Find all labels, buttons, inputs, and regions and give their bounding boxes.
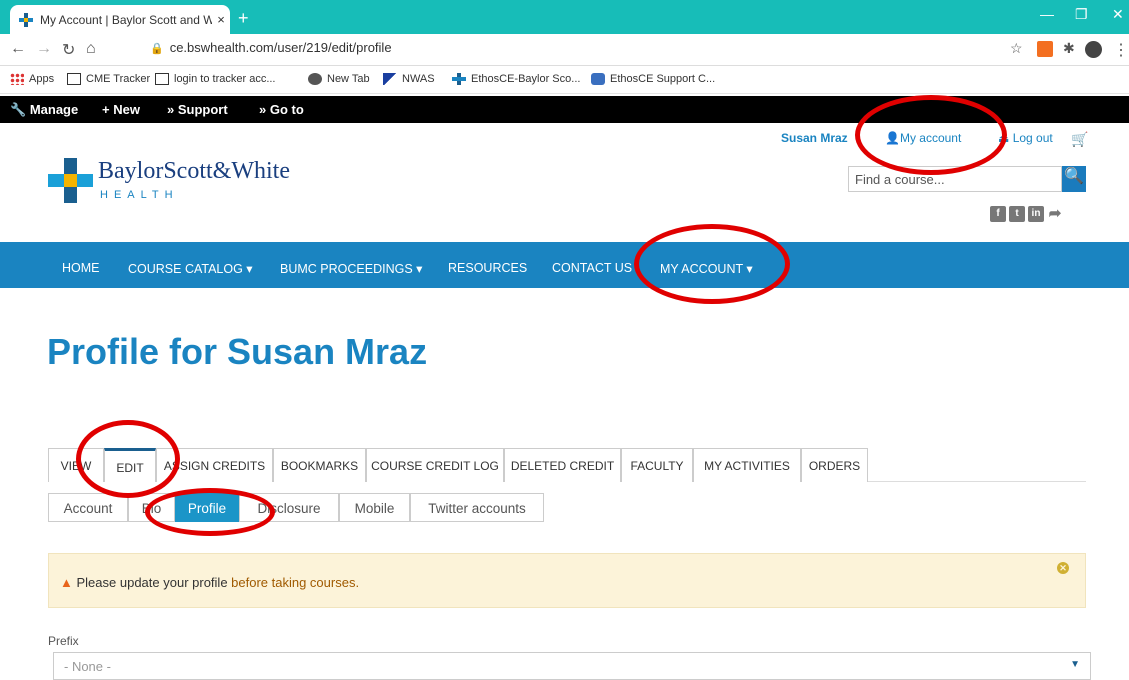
search-button[interactable]: 🔍 (1062, 166, 1086, 192)
logout-link[interactable]: ⏏ Log out (998, 131, 1053, 145)
apps-grid-icon (10, 73, 24, 85)
logo-name: BaylorScott&White (98, 158, 290, 184)
tab-bookmarks[interactable]: BOOKMARKS (273, 448, 366, 482)
bookmark-cme-tracker[interactable]: CME Tracker (67, 73, 150, 85)
user-name-link[interactable]: Susan Mraz (781, 131, 848, 145)
tab-faculty[interactable]: FACULTY (621, 448, 693, 482)
ethosce-icon (591, 73, 605, 85)
bookmark-apps[interactable]: Apps (10, 73, 54, 85)
bookmark-star-icon[interactable]: ☆ (1010, 40, 1023, 57)
nav-course-catalog[interactable]: COURSE CATALOG ▾ (128, 261, 253, 276)
tab-edit[interactable]: EDIT (104, 448, 156, 482)
minimize-icon[interactable]: — (1040, 6, 1054, 22)
nav-contact-us[interactable]: CONTACT US (552, 261, 632, 275)
bsw-favicon-icon (18, 12, 34, 28)
url-field[interactable]: 🔒 ce.bswhealth.com/user/219/edit/profile (150, 40, 392, 55)
tab-orders[interactable]: ORDERS (801, 448, 868, 482)
tab-my-activities[interactable]: MY ACTIVITIES (693, 448, 801, 482)
support-menu[interactable]: » Support (167, 102, 228, 117)
admin-toolbar: 🔧 Manage + New » Support » Go to (0, 96, 1129, 123)
forward-icon[interactable]: → (36, 40, 52, 58)
warning-alert: ▲ Please update your profile before taki… (48, 553, 1086, 608)
new-menu[interactable]: + New (102, 102, 140, 117)
back-icon[interactable]: ← (10, 40, 26, 58)
logout-icon: ⏏ (998, 131, 1010, 145)
linkedin-icon[interactable]: in (1028, 206, 1044, 222)
logo-sub: HEALTH (100, 189, 179, 201)
share-icon[interactable]: ➦ (1047, 206, 1063, 222)
browser-tab[interactable]: My Account | Baylor Scott and W × (10, 5, 230, 34)
bsw-favicon-icon (452, 73, 466, 85)
double-chevron-icon: » (259, 102, 267, 117)
warning-icon: ▲ (60, 575, 73, 590)
course-search-input[interactable]: Find a course... (848, 166, 1062, 192)
social-links: f t in ➦ (990, 206, 1063, 222)
search-icon: 🔍 (1064, 168, 1084, 185)
home-icon[interactable]: ⌂ (86, 40, 96, 58)
close-tab-icon[interactable]: × (212, 12, 230, 27)
extension-icon[interactable] (1037, 41, 1053, 57)
bookmark-new-tab[interactable]: New Tab (308, 73, 370, 85)
cme-icon (155, 73, 169, 85)
page-title: Profile for Susan Mraz (47, 331, 428, 372)
prefix-select[interactable]: - None - ▼ (53, 652, 1091, 680)
subtab-mobile[interactable]: Mobile (339, 493, 410, 522)
cart-icon[interactable]: 🛒 (1071, 131, 1088, 148)
nwas-flag-icon (383, 73, 397, 85)
bookmark-nwas[interactable]: NWAS (383, 73, 435, 85)
subtab-disclosure[interactable]: Disclosure (239, 493, 339, 522)
close-window-icon[interactable]: ✕ (1112, 6, 1124, 23)
nav-resources[interactable]: RESOURCES (448, 261, 527, 275)
new-tab-button[interactable]: + (238, 8, 249, 29)
wrench-icon: 🔧 (10, 102, 27, 117)
plus-icon: + (102, 102, 110, 117)
bookmark-ethosce-support[interactable]: EthosCE Support C... (591, 73, 715, 85)
alert-message: ▲ Please update your profile before taki… (60, 575, 360, 590)
browser-tab-bar: My Account | Baylor Scott and W × + — ❐ … (0, 0, 1129, 34)
subtab-bio[interactable]: Bio (128, 493, 175, 522)
double-chevron-icon: » (167, 102, 175, 117)
globe-icon (308, 73, 322, 85)
cme-icon (67, 73, 81, 85)
extensions-puzzle-icon[interactable]: ✱ (1063, 40, 1075, 57)
bookmarks-bar: Apps CME Tracker login to tracker acc...… (0, 66, 1129, 94)
main-navigation: HOME COURSE CATALOG ▾ BUMC PROCEEDINGS ▾… (0, 242, 1129, 288)
dismiss-alert-icon[interactable]: ✕ (1057, 562, 1069, 574)
restore-icon[interactable]: ❐ (1075, 6, 1088, 23)
tab-deleted-credit[interactable]: DELETED CREDIT (504, 448, 621, 482)
subtab-profile[interactable]: Profile (175, 493, 239, 522)
browser-tab-title: My Account | Baylor Scott and W (40, 12, 212, 27)
subtab-twitter-accounts[interactable]: Twitter accounts (410, 493, 544, 522)
alert-link[interactable]: before taking courses. (231, 575, 359, 590)
chevron-down-icon: ▼ (1070, 659, 1080, 670)
twitter-icon[interactable]: t (1009, 206, 1025, 222)
my-account-link[interactable]: 👤My account (885, 131, 961, 145)
nav-my-account[interactable]: MY ACCOUNT ▾ (660, 261, 753, 276)
bsw-cross-icon (48, 158, 93, 203)
manage-menu[interactable]: 🔧 Manage (10, 102, 78, 118)
tab-assign-credits[interactable]: ASSIGN CREDITS (156, 448, 273, 482)
prefix-label: Prefix (48, 634, 79, 648)
tab-course-credit-log[interactable]: COURSE CREDIT LOG (366, 448, 504, 482)
goto-menu[interactable]: » Go to (259, 102, 304, 117)
bookmark-login-tracker[interactable]: login to tracker acc... (155, 73, 276, 85)
nav-bumc-proceedings[interactable]: BUMC PROCEEDINGS ▾ (280, 261, 422, 276)
menu-dots-icon[interactable]: ⋮ (1113, 40, 1129, 60)
url-text: ce.bswhealth.com/user/219/edit/profile (169, 40, 392, 55)
reload-icon[interactable]: ↻ (62, 40, 75, 60)
bookmark-ethosce-baylor[interactable]: EthosCE-Baylor Sco... (452, 73, 580, 85)
nav-home[interactable]: HOME (62, 261, 100, 275)
prefix-value: - None - (64, 659, 111, 674)
facebook-icon[interactable]: f (990, 206, 1006, 222)
tab-view[interactable]: VIEW (48, 448, 104, 482)
lock-icon: 🔒 (150, 43, 164, 55)
profile-avatar-icon[interactable] (1085, 41, 1102, 58)
user-icon: 👤 (885, 131, 900, 145)
subtab-account[interactable]: Account (48, 493, 128, 522)
